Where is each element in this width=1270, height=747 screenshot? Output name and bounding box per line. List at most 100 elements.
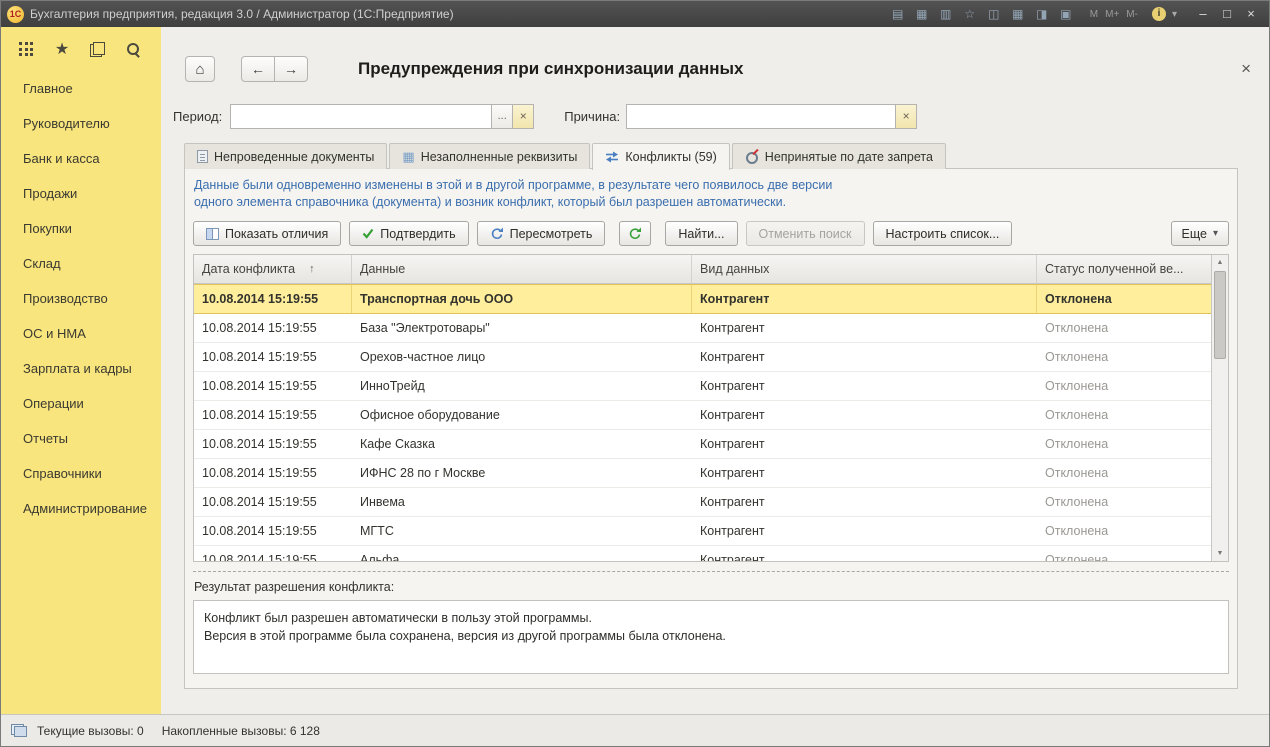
current-calls: Текущие вызовы: 0 (37, 724, 144, 738)
info-icon[interactable]: i (1152, 7, 1166, 21)
page-close-icon[interactable]: × (1241, 59, 1251, 79)
sidebar-item-10[interactable]: Операции (1, 386, 161, 421)
sidebar-item-7[interactable]: Производство (1, 281, 161, 316)
table-row[interactable]: 10.08.2014 15:19:55Офисное оборудованиеК… (194, 401, 1211, 430)
tab-label: Конфликты (59) (625, 150, 716, 164)
cell-kind: Контрагент (692, 401, 1037, 429)
period-input[interactable] (230, 104, 492, 129)
accumulated-calls: Накопленные вызовы: 6 128 (162, 724, 320, 738)
tab-unfilled-attributes[interactable]: ▦ Незаполненные реквизиты (389, 143, 590, 169)
tab-conflicts[interactable]: Конфликты (59) (592, 143, 729, 170)
memory-button-2[interactable]: M+ (1103, 9, 1121, 20)
cell-kind: Контрагент (692, 430, 1037, 458)
cell-status: Отклонена (1037, 401, 1211, 429)
search-icon[interactable] (126, 42, 141, 57)
minimize-button[interactable]: – (1191, 2, 1215, 26)
sidebar-item-1[interactable]: Главное (1, 71, 161, 106)
info-text: Данные были одновременно изменены в этой… (194, 177, 1229, 211)
favorites-star-icon[interactable]: ★ (55, 42, 69, 57)
column-header-date[interactable]: Дата конфликта ↑ (194, 255, 352, 283)
cell-data: МГТС (352, 517, 692, 545)
period-clear-button[interactable]: × (512, 104, 534, 129)
more-button[interactable]: Еще ▾ (1171, 221, 1229, 246)
history-icon[interactable]: ▣ (1056, 5, 1076, 23)
titlebar-dropdown-icon[interactable]: ▾ (1172, 9, 1177, 20)
table-row[interactable]: 10.08.2014 15:19:55ИнвемаКонтрагентОткло… (194, 488, 1211, 517)
refresh-button[interactable] (619, 221, 651, 246)
sidebar-item-3[interactable]: Банк и касса (1, 141, 161, 176)
reason-field-group: × (626, 104, 917, 129)
column-header-status[interactable]: Статус полученной ве... (1037, 255, 1211, 283)
table-icon[interactable]: ▦ (1008, 5, 1028, 23)
cell-date: 10.08.2014 15:19:55 (194, 401, 352, 429)
maximize-button[interactable]: □ (1215, 2, 1239, 26)
cell-date: 10.08.2014 15:19:55 (194, 343, 352, 371)
sidebar-item-11[interactable]: Отчеты (1, 421, 161, 456)
scroll-down-icon[interactable]: ▼ (1212, 546, 1228, 561)
forward-button[interactable]: → (274, 56, 308, 82)
table-row[interactable]: 10.08.2014 15:19:55Транспортная дочь ООО… (194, 284, 1211, 314)
table-row[interactable]: 10.08.2014 15:19:55ИФНС 28 по г МосквеКо… (194, 459, 1211, 488)
sidebar-item-12[interactable]: Справочники (1, 456, 161, 491)
cell-date: 10.08.2014 15:19:55 (194, 430, 352, 458)
reason-clear-button[interactable]: × (895, 104, 917, 129)
review-button[interactable]: Пересмотреть (477, 221, 606, 246)
sidebar-item-8[interactable]: ОС и НМА (1, 316, 161, 351)
back-button[interactable]: ← (241, 56, 275, 82)
period-select-button[interactable]: ... (491, 104, 513, 129)
table-header: Дата конфликта ↑ Данные Вид данных Стату… (194, 255, 1211, 284)
dropdown-icon: ▾ (1213, 228, 1218, 239)
confirm-button[interactable]: Подтвердить (349, 221, 468, 246)
calendar-icon[interactable]: ▦ (912, 5, 932, 23)
memory-button-1[interactable]: M (1088, 9, 1100, 20)
filter-row: Период: ... × Причина: × (161, 103, 1269, 129)
sidebar-item-13[interactable]: Администрирование (1, 491, 161, 526)
table-row[interactable]: 10.08.2014 15:19:55Орехов-частное лицоКо… (194, 343, 1211, 372)
calculator-icon[interactable]: ▥ (936, 5, 956, 23)
window-title: Бухгалтерия предприятия, редакция 3.0 / … (30, 7, 454, 21)
scrollbar-track[interactable] (1212, 270, 1228, 546)
configure-list-button[interactable]: Настроить список... (873, 221, 1013, 246)
reason-input[interactable] (626, 104, 896, 129)
table-grid: Дата конфликта ↑ Данные Вид данных Стату… (194, 255, 1211, 561)
cell-kind: Контрагент (692, 343, 1037, 371)
cell-status: Отклонена (1037, 517, 1211, 545)
tab-rejected-by-date[interactable]: Непринятые по дате запрета (732, 143, 946, 169)
table-row[interactable]: 10.08.2014 15:19:55МГТСКонтрагентОтклоне… (194, 517, 1211, 546)
table-scrollbar[interactable]: ▲ ▼ (1211, 255, 1228, 561)
period-label: Период: (173, 109, 222, 124)
find-button[interactable]: Найти... (665, 221, 737, 246)
tab-label: Незаполненные реквизиты (421, 150, 578, 164)
sidebar-item-6[interactable]: Склад (1, 246, 161, 281)
save-icon[interactable]: ▤ (888, 5, 908, 23)
table-row[interactable]: 10.08.2014 15:19:55ИнноТрейдКонтрагентОт… (194, 372, 1211, 401)
cell-data: Транспортная дочь ООО (352, 285, 692, 313)
menu-grid-icon[interactable] (19, 42, 34, 57)
notes-icon[interactable]: ◫ (984, 5, 1004, 23)
table-row[interactable]: 10.08.2014 15:19:55Кафе СказкаКонтрагент… (194, 430, 1211, 459)
table-row[interactable]: 10.08.2014 15:19:55АльфаКонтрагентОтклон… (194, 546, 1211, 561)
tab-bar: Непроведенные документы ▦ Незаполненные … (184, 143, 1269, 169)
memory-button-3[interactable]: M- (1124, 9, 1140, 20)
show-differences-button[interactable]: Показать отличия (193, 221, 341, 246)
sidebar-item-9[interactable]: Зарплата и кадры (1, 351, 161, 386)
navigation-row: ⌂ ← → Предупреждения при синхронизации д… (161, 55, 1269, 83)
table-row[interactable]: 10.08.2014 15:19:55База "Электротовары"К… (194, 314, 1211, 343)
refresh-icon (628, 227, 642, 240)
column-header-data[interactable]: Данные (352, 255, 692, 283)
tab-unposted-documents[interactable]: Непроведенные документы (184, 143, 387, 169)
sidebar-item-2[interactable]: Руководителю (1, 106, 161, 141)
sidebar-item-5[interactable]: Покупки (1, 211, 161, 246)
conflicts-table: Дата конфликта ↑ Данные Вид данных Стату… (193, 254, 1229, 562)
cancel-search-button[interactable]: Отменить поиск (746, 221, 865, 246)
favorites-add-icon[interactable]: ☆ (960, 5, 980, 23)
sidebar-item-4[interactable]: Продажи (1, 176, 161, 211)
scrollbar-thumb[interactable] (1214, 271, 1226, 359)
cell-data: Офисное оборудование (352, 401, 692, 429)
scroll-up-icon[interactable]: ▲ (1212, 255, 1228, 270)
close-button[interactable]: × (1239, 2, 1263, 26)
compare-icon[interactable]: ◨ (1032, 5, 1052, 23)
home-button[interactable]: ⌂ (185, 56, 215, 82)
column-header-kind[interactable]: Вид данных (692, 255, 1037, 283)
recent-windows-icon[interactable] (90, 42, 105, 57)
